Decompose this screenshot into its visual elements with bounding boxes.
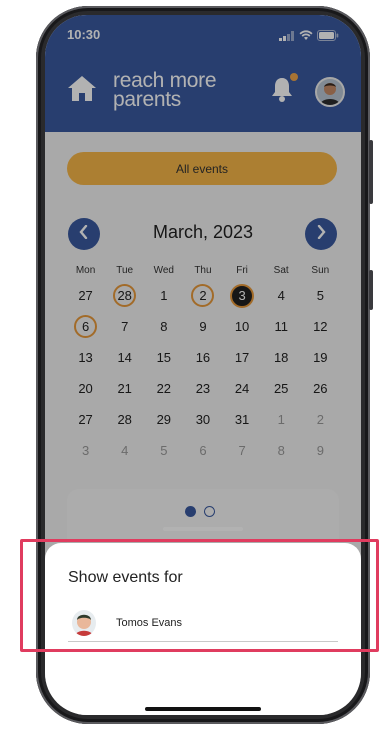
home-indicator bbox=[145, 707, 261, 711]
highlight-box bbox=[20, 539, 379, 652]
side-button-right-lower bbox=[369, 270, 373, 310]
side-button-right-upper bbox=[369, 140, 373, 204]
